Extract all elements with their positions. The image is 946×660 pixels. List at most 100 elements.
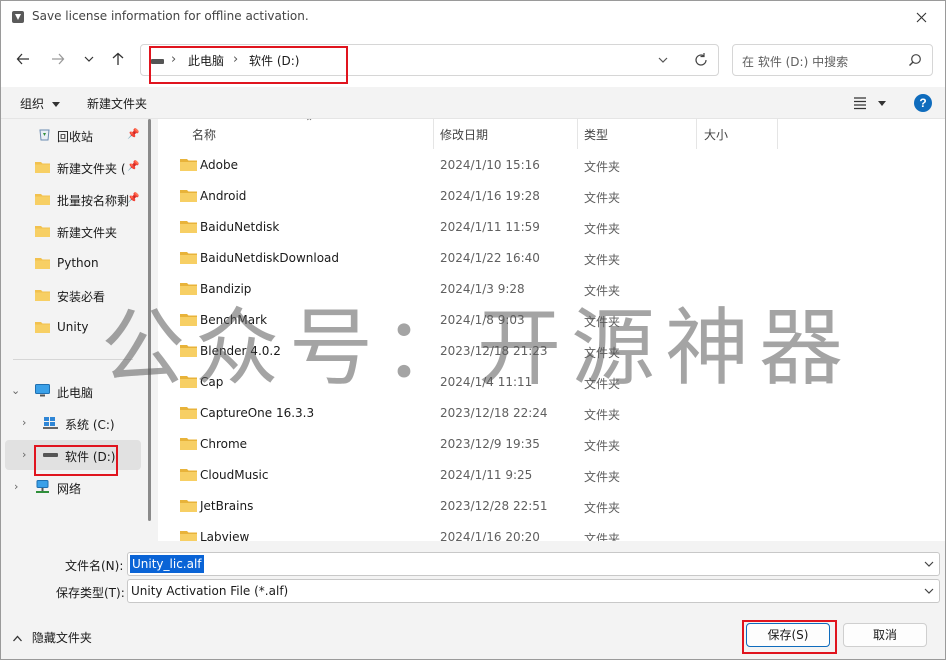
table-row[interactable]: BenchMark 2024/1/8 9:03 文件夹 (160, 305, 945, 336)
search-placeholder[interactable]: 在 软件 (D:) 中搜索 (742, 53, 848, 70)
sidebar-item-unity[interactable]: Unity (5, 312, 141, 342)
column-divider[interactable] (577, 119, 578, 149)
view-options-icon[interactable] (853, 95, 887, 111)
sidebar-item-python[interactable]: Python (5, 248, 141, 278)
column-divider[interactable] (777, 119, 778, 149)
folder-icon (180, 314, 197, 326)
sidebar-item-this-pc[interactable]: ⌄ 此电脑 (5, 376, 141, 406)
chevron-right-icon[interactable]: › (22, 416, 26, 429)
filename-input[interactable]: Unity_lic.alf (130, 555, 204, 573)
table-row[interactable]: Cap 2024/1/4 11:11 文件夹 (160, 367, 945, 398)
file-name: Bandizip (200, 282, 252, 296)
sidebar-item-batch-rename[interactable]: 批量按名称剩 📌 (5, 184, 141, 214)
sidebar-scrollbar[interactable] (148, 119, 151, 521)
column-divider[interactable] (696, 119, 697, 149)
folder-icon (180, 407, 197, 419)
sidebar-item-new-folder-1[interactable]: 新建文件夹 ( 📌 (5, 152, 141, 182)
sidebar-item-label: 网络 (57, 482, 82, 496)
file-type: 文件夹 (584, 284, 621, 298)
filetype-label: 保存类型(T): (56, 586, 125, 600)
sidebar-item-drive-c[interactable]: › 系统 (C:) (5, 408, 141, 438)
folder-icon (180, 469, 197, 481)
table-row[interactable]: CaptureOne 16.3.3 2023/12/18 22:24 文件夹 (160, 398, 945, 429)
search-icon[interactable] (908, 53, 922, 67)
sidebar-item-label: Unity (57, 320, 89, 334)
file-date: 2024/1/10 15:16 (440, 158, 540, 172)
sidebar-item-network[interactable]: › 网络 (5, 472, 141, 502)
pin-icon: 📌 (127, 129, 140, 140)
chevron-down-icon[interactable] (924, 558, 934, 570)
search-box[interactable]: 在 软件 (D:) 中搜索 (732, 44, 933, 76)
dialog-body: 回收站 📌 新建文件夹 ( 📌 批量按名称剩 📌 新建文件夹 Python 安装… (1, 119, 945, 541)
table-row[interactable]: Android 2024/1/16 19:28 文件夹 (160, 181, 945, 212)
file-name: Labview (200, 530, 250, 541)
table-row[interactable]: Blender 4.0.2 2023/12/18 21:23 文件夹 (160, 336, 945, 367)
column-size[interactable]: 大小 (704, 126, 728, 143)
file-name: BenchMark (200, 313, 268, 327)
filename-field[interactable]: Unity_lic.alf (127, 552, 940, 576)
file-type: 文件夹 (584, 470, 621, 484)
sidebar-item-install-guide[interactable]: 安装必看 (5, 280, 141, 310)
up-button[interactable] (105, 46, 131, 72)
table-row[interactable]: BaiduNetdisk 2024/1/11 11:59 文件夹 (160, 212, 945, 243)
sidebar-item-label: 此电脑 (57, 386, 94, 400)
file-date: 2023/12/18 22:24 (440, 406, 548, 420)
recent-locations-button[interactable] (76, 46, 102, 72)
file-type: 文件夹 (584, 501, 621, 515)
network-icon (36, 480, 49, 493)
file-name: Blender 4.0.2 (200, 344, 281, 358)
file-name: CaptureOne 16.3.3 (200, 406, 315, 420)
pc-icon (35, 384, 50, 397)
file-type: 文件夹 (584, 160, 621, 174)
chevron-right-icon[interactable]: › (22, 448, 26, 461)
close-button[interactable] (901, 1, 941, 33)
chevron-right-icon[interactable]: › (14, 480, 18, 493)
sidebar-divider (13, 359, 133, 360)
file-date: 2023/12/9 19:35 (440, 437, 540, 451)
file-type: 文件夹 (584, 222, 621, 236)
organize-menu[interactable]: 组织 (20, 95, 60, 112)
filetype-select[interactable]: Unity Activation File (*.alf) (127, 579, 940, 603)
refresh-icon[interactable] (692, 51, 710, 69)
navigation-bar: › 此电脑 › 软件 (D:) 在 软件 (D:) 中搜索 (1, 33, 945, 87)
arrow-left-icon (16, 53, 29, 65)
unity-app-icon (12, 11, 24, 23)
sidebar-item-recycle-bin[interactable]: 回收站 📌 (5, 120, 141, 150)
table-row[interactable]: JetBrains 2023/12/28 22:51 文件夹 (160, 491, 945, 522)
sidebar-item-label: 回收站 (57, 130, 94, 144)
column-divider[interactable] (433, 119, 434, 149)
file-name: Cap (200, 375, 224, 389)
sort-ascending-icon: ⌃ (305, 119, 314, 128)
file-name: Adobe (200, 158, 238, 172)
table-row[interactable]: Adobe 2024/1/10 15:16 文件夹 (160, 150, 945, 181)
back-button[interactable] (10, 46, 36, 72)
help-icon[interactable]: ? (914, 94, 932, 112)
folder-icon (35, 226, 50, 237)
filename-label: 文件名(N): (65, 559, 124, 573)
folder-icon (180, 500, 197, 512)
sidebar-item-new-folder-2[interactable]: 新建文件夹 (5, 216, 141, 246)
pin-icon: 📌 (127, 193, 140, 204)
table-row[interactable]: Labview 2024/1/16 20:20 文件夹 (160, 522, 945, 541)
file-date: 2024/1/4 11:11 (440, 375, 533, 389)
column-name[interactable]: 名称 (192, 126, 216, 143)
address-dropdown-icon[interactable] (655, 51, 671, 69)
chevron-down-icon[interactable]: ⌄ (11, 384, 20, 397)
forward-button[interactable] (45, 46, 71, 72)
sidebar-item-label: 新建文件夹 ( (57, 162, 126, 176)
chevron-down-icon[interactable] (924, 585, 934, 597)
file-date: 2023/12/18 21:23 (440, 344, 548, 358)
table-row[interactable]: Chrome 2023/12/9 19:35 文件夹 (160, 429, 945, 460)
table-row[interactable]: BaiduNetdiskDownload 2024/1/22 16:40 文件夹 (160, 243, 945, 274)
column-header-row: ⌃ 名称 修改日期 类型 大小 (160, 119, 945, 149)
folder-icon (180, 438, 197, 450)
column-type[interactable]: 类型 (584, 126, 608, 143)
column-date[interactable]: 修改日期 (440, 126, 488, 143)
table-row[interactable]: Bandizip 2024/1/3 9:28 文件夹 (160, 274, 945, 305)
folder-icon (35, 322, 50, 333)
new-folder-button[interactable]: 新建文件夹 (87, 95, 147, 112)
hide-folders-toggle[interactable]: 隐藏文件夹 (13, 629, 92, 646)
table-row[interactable]: CloudMusic 2024/1/11 9:25 文件夹 (160, 460, 945, 491)
cancel-button[interactable]: 取消 (843, 623, 927, 647)
file-type: 文件夹 (584, 408, 621, 422)
